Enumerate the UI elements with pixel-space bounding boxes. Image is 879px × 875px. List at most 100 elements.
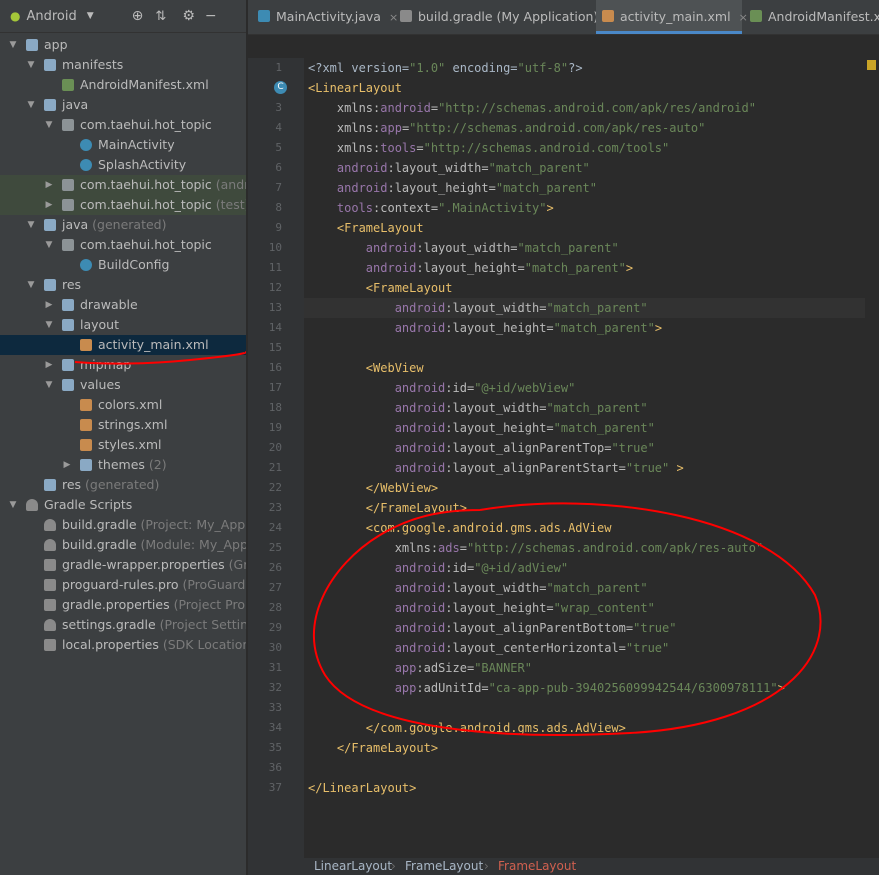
tree-item[interactable]: ▼ values <box>0 375 246 395</box>
tree-item[interactable]: res (generated) <box>0 475 246 495</box>
tree-item[interactable]: ▶ com.taehui.hot_topic (test) <box>0 195 246 215</box>
collapse-arrow-icon[interactable]: ▶ <box>44 355 54 375</box>
tree-item[interactable]: ▼ res <box>0 275 246 295</box>
hide-panel-icon[interactable]: − <box>205 8 217 24</box>
tree-item-suffix: (generated) <box>88 217 167 232</box>
tree-item-label: app <box>44 35 68 55</box>
expand-arrow-icon[interactable]: ▼ <box>44 375 54 395</box>
collapse-arrow-icon[interactable]: ▶ <box>62 455 72 475</box>
tree-item[interactable]: proguard-rules.pro (ProGuard Rules for a… <box>0 575 246 595</box>
code-line[interactable]: android:layout_height="match_parent"> <box>308 318 662 338</box>
code-line[interactable]: <FrameLayout <box>308 278 453 298</box>
tree-item-suffix: (androidTest) <box>215 177 246 192</box>
tab-androidmanifest-xml[interactable]: AndroidManifest.xml <box>744 0 879 34</box>
tree-item[interactable]: ▶ themes (2) <box>0 455 246 475</box>
tree-item[interactable]: gradle.properties (Project Properties) <box>0 595 246 615</box>
tree-item[interactable]: ▼ app <box>0 35 246 55</box>
code-line[interactable]: android:layout_height="match_parent" <box>308 178 597 198</box>
tree-item-text: themes <box>98 457 145 472</box>
expand-arrow-icon[interactable]: ▼ <box>44 115 54 135</box>
code-line[interactable]: android:layout_width="match_parent" <box>308 158 590 178</box>
code-line[interactable]: android:layout_width="match_parent" <box>308 298 648 318</box>
code-line[interactable]: android:id="@+id/webView" <box>308 378 576 398</box>
line-number: 31 <box>268 661 282 674</box>
code-line[interactable]: <FrameLayout <box>308 218 424 238</box>
tree-item[interactable]: ▼ java (generated) <box>0 215 246 235</box>
chevron-down-icon[interactable]: ▼ <box>87 11 94 21</box>
tree-item[interactable]: ▼ layout <box>0 315 246 335</box>
expand-arrow-icon[interactable]: ▼ <box>26 215 36 235</box>
expand-arrow-icon[interactable]: ▼ <box>26 55 36 75</box>
collapse-arrow-icon[interactable]: ▶ <box>44 195 54 215</box>
tree-item[interactable]: ▼ manifests <box>0 55 246 75</box>
settings-gear-icon[interactable]: ⚙ <box>182 8 195 24</box>
tree-item[interactable]: build.gradle (Module: My_Application.app… <box>0 535 246 555</box>
expand-arrow-icon[interactable]: ▼ <box>44 315 54 335</box>
tree-item[interactable]: ▼ com.taehui.hot_topic <box>0 235 246 255</box>
tree-item[interactable]: AndroidManifest.xml <box>0 75 246 95</box>
tree-item-text: build.gradle <box>62 517 137 532</box>
code-line[interactable]: xmlns:tools="http://schemas.android.com/… <box>308 138 669 158</box>
tab-mainactivity-java[interactable]: MainActivity.java × <box>252 0 398 34</box>
expand-arrow-icon[interactable]: ▼ <box>8 35 18 55</box>
code-line[interactable]: android:layout_width="match_parent" <box>308 238 619 258</box>
code-line[interactable]: <?xml version="1.0" encoding="utf-8"?> <box>308 58 583 78</box>
code-token: </LinearLayout> <box>308 781 417 795</box>
code-line[interactable]: <LinearLayout <box>308 78 402 98</box>
breadcrumb-item[interactable]: LinearLayout <box>314 858 392 875</box>
locate-file-icon[interactable]: ⊕ <box>132 8 144 24</box>
tree-item[interactable]: colors.xml <box>0 395 246 415</box>
code-line[interactable]: tools:context=".MainActivity"> <box>308 198 554 218</box>
collapse-arrow-icon[interactable]: ▶ <box>44 175 54 195</box>
tab-label: AndroidManifest.xml <box>768 9 879 24</box>
tree-item[interactable]: MainActivity <box>0 135 246 155</box>
editor-scrollbar[interactable] <box>865 58 879 858</box>
code-line[interactable]: android:layout_height="match_parent" <box>308 418 655 438</box>
code-line[interactable]: android:layout_height="match_parent"> <box>308 258 633 278</box>
code-line[interactable]: android:layout_alignParentTop="true" <box>308 438 655 458</box>
expand-arrow-icon[interactable]: ▼ <box>26 95 36 115</box>
collapse-arrow-icon[interactable]: ▶ <box>44 295 54 315</box>
tree-item[interactable]: settings.gradle (Project Settings) <box>0 615 246 635</box>
tab-activity-main-xml[interactable]: activity_main.xml × <box>596 0 748 34</box>
tree-item[interactable]: SplashActivity <box>0 155 246 175</box>
code-line[interactable]: <WebView <box>308 358 424 378</box>
tree-item-text: colors.xml <box>98 397 163 412</box>
tree-item[interactable]: strings.xml <box>0 415 246 435</box>
expand-arrow-icon[interactable]: ▼ <box>44 235 54 255</box>
tree-item[interactable]: build.gradle (Project: My_Application) <box>0 515 246 535</box>
expand-arrow-icon[interactable]: ▼ <box>26 275 36 295</box>
red-circle-annotation <box>313 502 822 736</box>
code-line[interactable]: xmlns:app="http://schemas.android.com/ap… <box>308 118 706 138</box>
code-line[interactable]: xmlns:android="http://schemas.android.co… <box>308 98 756 118</box>
tree-item-label: drawable <box>80 295 138 315</box>
code-token: "http://schemas.android.com/apk/res/andr… <box>438 101 756 115</box>
gradle-icon <box>44 519 56 531</box>
tree-item-text: build.gradle <box>62 537 137 552</box>
breadcrumb-item[interactable]: FrameLayout <box>405 858 483 875</box>
code-token: "match_parent" <box>488 161 590 175</box>
tree-item[interactable]: ▼ com.taehui.hot_topic <box>0 115 246 135</box>
tab-build-gradle-my-application-[interactable]: build.gradle (My Application)× <box>394 0 616 34</box>
tree-item[interactable]: BuildConfig <box>0 255 246 275</box>
tree-item[interactable]: ▶ drawable <box>0 295 246 315</box>
breadcrumb-item[interactable]: FrameLayout <box>498 858 576 875</box>
warning-marker-icon[interactable] <box>867 60 876 70</box>
code-line[interactable]: android:layout_alignParentStart="true" > <box>308 458 684 478</box>
code-line[interactable]: android:layout_width="match_parent" <box>308 398 648 418</box>
project-view-selector[interactable]: Android <box>26 9 76 24</box>
collapse-all-icon[interactable]: ⇅ <box>155 9 166 24</box>
expand-arrow-icon[interactable]: ▼ <box>8 495 18 515</box>
code-token: :layout_width= <box>387 161 489 175</box>
tree-item[interactable]: ▼ java <box>0 95 246 115</box>
tree-item[interactable]: local.properties (SDK Location) <box>0 635 246 655</box>
tree-item[interactable]: styles.xml <box>0 435 246 455</box>
code-token: </WebView> <box>365 481 439 495</box>
tree-item[interactable]: ▶ com.taehui.hot_topic (androidTest) <box>0 175 246 195</box>
tree-item[interactable]: ▼ Gradle Scripts <box>0 495 246 515</box>
code-token: android <box>394 421 446 435</box>
code-token: android <box>394 301 446 315</box>
code-line[interactable]: </LinearLayout> <box>308 778 416 798</box>
class-gutter-icon[interactable]: C <box>274 81 287 94</box>
tree-item[interactable]: gradle-wrapper.properties (Gradle Versio… <box>0 555 246 575</box>
